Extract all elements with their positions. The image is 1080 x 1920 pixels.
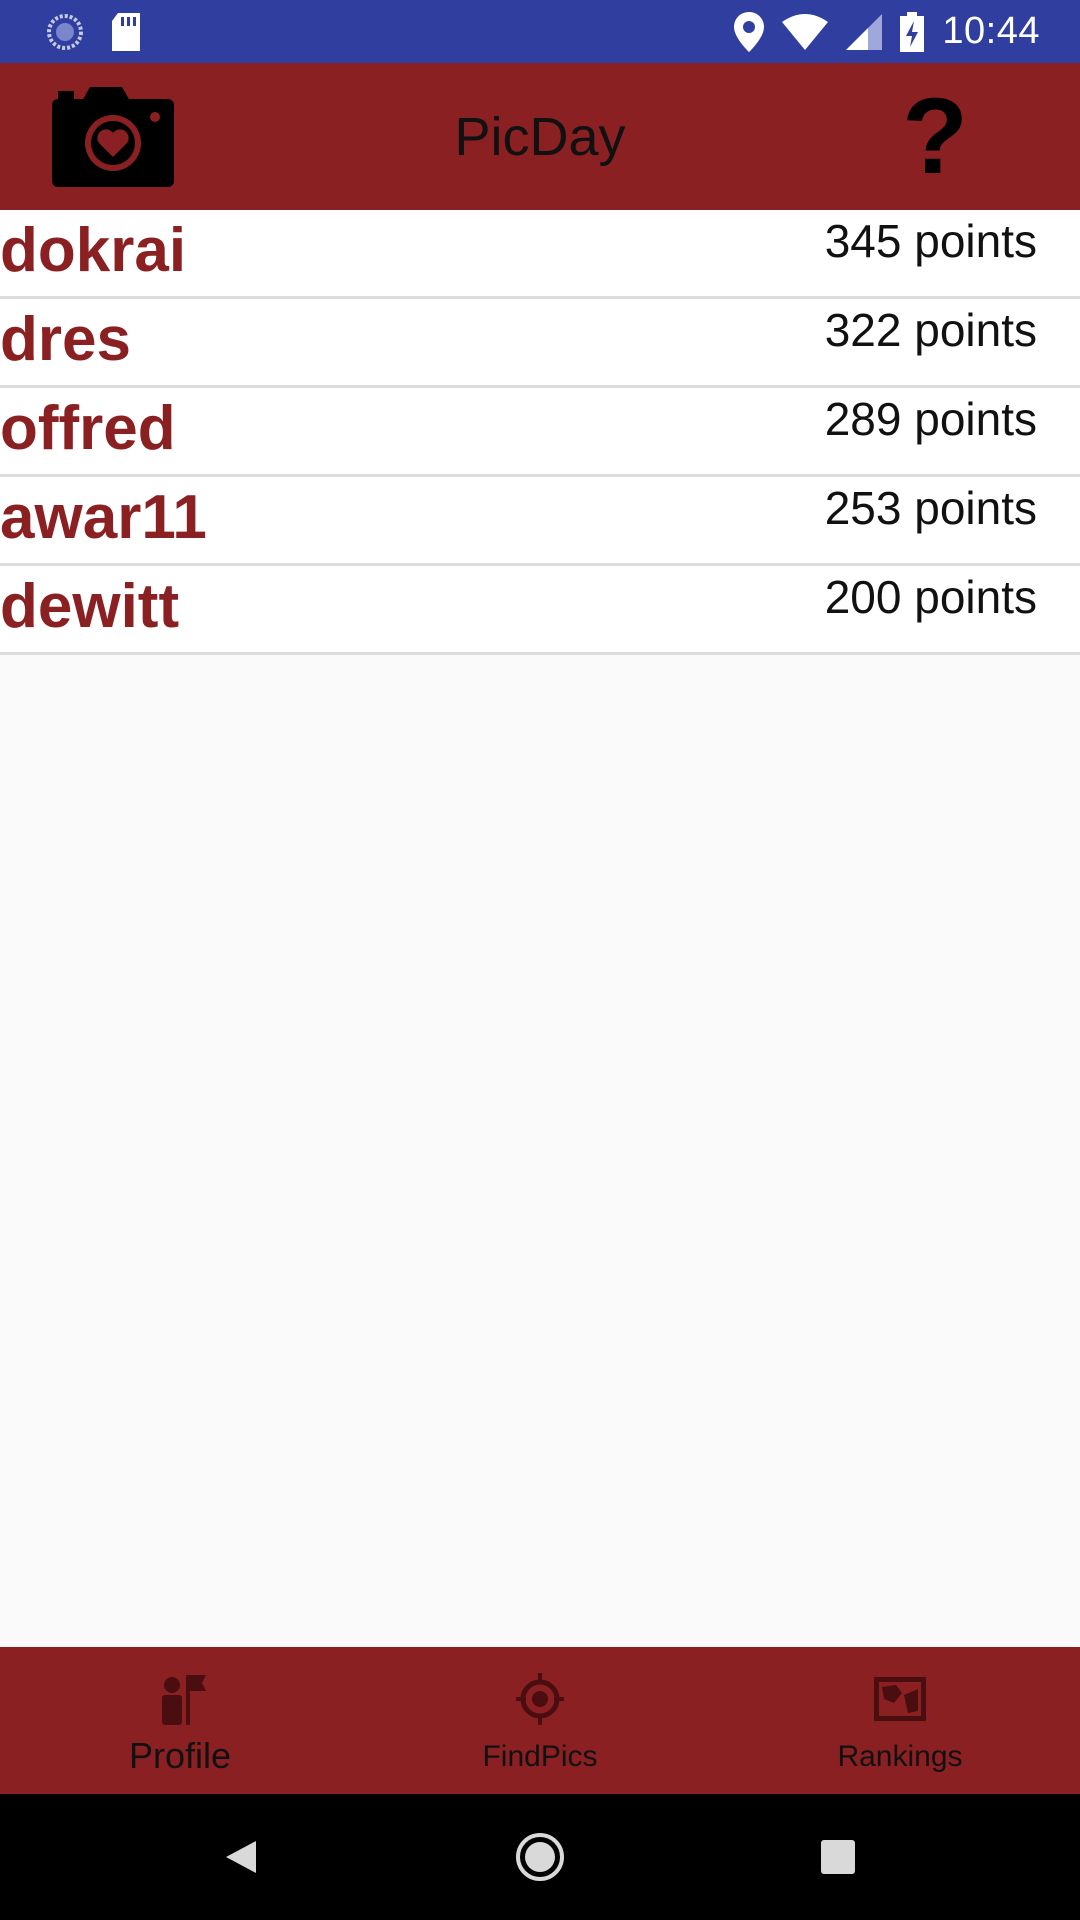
crosshair-icon	[516, 1673, 564, 1725]
help-button[interactable]: ?	[895, 74, 975, 196]
home-icon	[516, 1833, 564, 1881]
sync-icon	[47, 13, 83, 50]
location-icon	[734, 11, 765, 52]
list-item[interactable]: awar11 253 points	[0, 477, 1080, 566]
status-time: 10:44	[942, 10, 1040, 52]
user-name: dewitt	[0, 572, 180, 641]
user-points: 289 points	[824, 393, 1037, 445]
signal-icon	[846, 13, 883, 50]
list-item[interactable]: dewitt 200 points	[0, 566, 1080, 655]
bottom-navigation: Profile FindPics Rankings	[0, 1647, 1080, 1794]
user-points: 200 points	[824, 571, 1037, 623]
rankings-list[interactable]: dokrai 345 points dres 322 points offred…	[0, 210, 1080, 655]
nav-profile[interactable]: Profile	[0, 1647, 360, 1794]
back-icon	[226, 1841, 256, 1873]
camera-heart-icon	[52, 87, 174, 187]
sd-card-icon	[112, 12, 140, 51]
list-item[interactable]: offred 289 points	[0, 388, 1080, 477]
camera-button[interactable]	[52, 87, 174, 187]
help-icon: ?	[902, 74, 968, 196]
home-button[interactable]	[510, 1827, 570, 1887]
battery-charging-icon	[900, 11, 925, 52]
recents-button[interactable]	[808, 1827, 868, 1887]
list-item[interactable]: dokrai 345 points	[0, 210, 1080, 299]
user-name: dres	[0, 305, 131, 374]
nav-findpics[interactable]: FindPics	[360, 1647, 720, 1794]
user-name: offred	[0, 394, 176, 463]
nav-rankings[interactable]: Rankings	[720, 1647, 1080, 1794]
app-bar: PicDay ?	[0, 63, 1080, 210]
user-points: 345 points	[824, 215, 1037, 267]
person-flag-icon	[162, 1675, 206, 1725]
user-points: 253 points	[824, 482, 1037, 534]
back-button[interactable]	[212, 1827, 272, 1887]
list-item[interactable]: dres 322 points	[0, 299, 1080, 388]
user-name: awar11	[0, 483, 207, 552]
nav-rankings-label: Rankings	[837, 1740, 963, 1773]
user-name: dokrai	[0, 216, 187, 285]
user-points: 322 points	[824, 304, 1037, 356]
recents-icon	[821, 1840, 855, 1874]
nav-profile-label: Profile	[128, 1735, 232, 1776]
map-icon	[874, 1677, 926, 1721]
wifi-icon	[782, 13, 829, 50]
nav-findpics-label: FindPics	[482, 1740, 598, 1773]
status-bar: 10:44	[0, 0, 1080, 63]
system-navigation-bar	[0, 1794, 1080, 1920]
